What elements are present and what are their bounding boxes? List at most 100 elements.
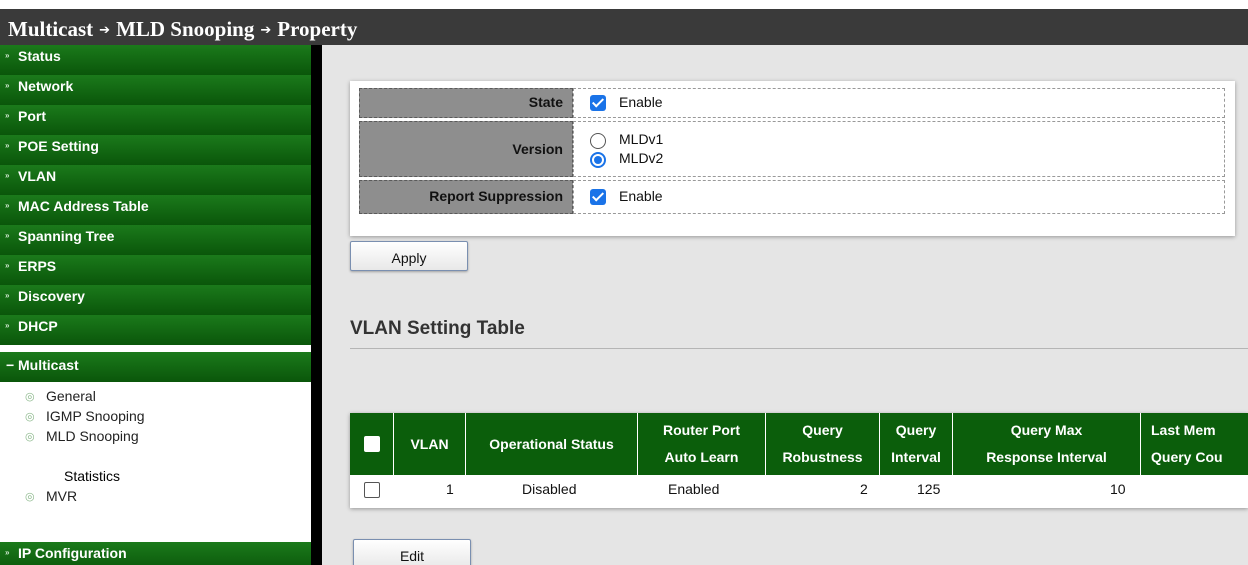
header-query-max-response-interval[interactable]: Query Max Response Interval <box>953 413 1141 475</box>
breadcrumb-arrow-icon: ➔ <box>260 23 272 38</box>
breadcrumb-arrow-icon: ➔ <box>99 23 111 38</box>
header-router-port-auto-learn[interactable]: Router Port Auto Learn <box>638 413 766 475</box>
sidebar-item-dhcp[interactable]: » DHCP <box>0 315 311 345</box>
expand-arrow-icon: » <box>5 141 10 150</box>
sidebar-item-multicast[interactable]: − Multicast <box>0 352 311 382</box>
circle-bullet-icon: ◎ <box>25 491 35 503</box>
expand-arrow-icon: » <box>5 81 10 90</box>
state-enable-label: Enable <box>619 94 663 110</box>
sidebar-item-label: Multicast <box>18 357 79 373</box>
edit-button[interactable]: Edit <box>353 539 471 565</box>
version-mldv2-radio[interactable] <box>590 152 606 168</box>
expand-arrow-icon: » <box>5 548 10 557</box>
sidebar-subitem-label: General <box>46 388 96 404</box>
sidebar-item-mac-address-table[interactable]: » MAC Address Table <box>0 195 311 225</box>
vlan-setting-table-title: VLAN Setting Table <box>350 318 525 339</box>
header-operational-status[interactable]: Operational Status <box>466 413 638 475</box>
expand-arrow-icon: » <box>5 171 10 180</box>
sidebar-subsubitem-label: Statistics <box>64 468 121 484</box>
sidebar-subitem-igmp-snooping[interactable]: ◎ IGMP Snooping <box>0 408 311 428</box>
sidebar-subsubitem-statistics[interactable]: Statistics <box>0 468 311 488</box>
header-last-member-query-count[interactable]: Last Mem Query Cou <box>1141 413 1248 475</box>
circle-bullet-icon: ◎ <box>25 411 35 423</box>
sidebar-subitem-label: IGMP Snooping <box>46 408 145 424</box>
header-line: Auto Learn <box>664 449 739 465</box>
sidebar-item-label: VLAN <box>18 168 57 184</box>
sidebar-item-label: MAC Address Table <box>18 198 149 214</box>
cell-vlan: 1 <box>446 481 454 497</box>
sidebar-item-status[interactable]: » Status <box>0 45 311 75</box>
cell-query-max-response-interval: 10 <box>1110 481 1126 497</box>
header-line: Last Mem <box>1151 422 1216 438</box>
version-mldv2-label: MLDv2 <box>619 150 664 166</box>
property-form: State Enable Version MLDv1 MLDv2 Report … <box>350 81 1235 236</box>
expand-arrow-icon: » <box>5 51 10 60</box>
sidebar-item-erps[interactable]: » ERPS <box>0 255 311 285</box>
breadcrumb-property: Property <box>277 17 358 41</box>
version-value: MLDv1 MLDv2 <box>573 121 1225 177</box>
report-suppression-enable-checkbox[interactable] <box>590 189 606 205</box>
sidebar-item-label: IP Configuration <box>18 545 127 561</box>
report-suppression-label: Report Suppression <box>359 180 573 214</box>
sidebar-subitem-label: MLD Snooping <box>46 428 139 444</box>
sidebar-item-label: DHCP <box>18 318 58 334</box>
sidebar-item-label: Discovery <box>18 288 85 304</box>
breadcrumb-multicast: Multicast <box>8 17 94 41</box>
sidebar-item-discovery[interactable]: » Discovery <box>0 285 311 315</box>
cell-query-robustness: 2 <box>860 481 868 497</box>
sidebar-subitem-mvr[interactable]: ◎ MVR <box>0 488 311 508</box>
header-vlan[interactable]: VLAN <box>394 413 466 475</box>
header-line: Query Cou <box>1151 449 1223 465</box>
sidebar-item-label: Spanning Tree <box>18 228 115 244</box>
state-value: Enable <box>573 88 1225 118</box>
expand-arrow-icon: » <box>5 321 10 330</box>
sidebar-item-port[interactable]: » Port <box>0 105 311 135</box>
top-strip <box>0 0 1248 9</box>
version-mldv1-radio[interactable] <box>590 133 606 149</box>
sidebar-item-network[interactable]: » Network <box>0 75 311 105</box>
header-line: Response Interval <box>986 449 1107 465</box>
expand-arrow-icon: » <box>5 261 10 270</box>
sidebar-item-spanning-tree[interactable]: » Spanning Tree <box>0 225 311 255</box>
version-row: Version MLDv1 MLDv2 <box>359 121 1225 177</box>
sidebar-subsubitem-property[interactable]: Property <box>0 448 311 468</box>
header-line: Robustness <box>782 449 863 465</box>
state-label: State <box>359 88 573 118</box>
sidebar-subsubitem-label: Property <box>64 448 122 464</box>
sidebar-item-label: Network <box>18 78 74 94</box>
apply-button[interactable]: Apply <box>350 241 468 271</box>
select-all-checkbox[interactable] <box>364 436 380 452</box>
header-line: Query <box>802 422 843 438</box>
sidebar-item-label: Status <box>18 48 61 64</box>
section-divider <box>350 348 1248 349</box>
sidebar: » Status » Network » Port » POE Setting » VLA… <box>0 45 311 565</box>
breadcrumb-mld-snooping: MLD Snooping <box>116 17 255 41</box>
sidebar-subitem-general[interactable]: ◎ General <box>0 388 311 408</box>
header-line: Router Port <box>663 422 740 438</box>
sidebar-item-vlan[interactable]: » VLAN <box>0 165 311 195</box>
row-select-checkbox[interactable] <box>364 482 380 498</box>
header-line: Query Max <box>1010 422 1083 438</box>
expand-arrow-icon: » <box>5 111 10 120</box>
circle-bullet-icon: ◎ <box>25 431 35 443</box>
header-query-interval[interactable]: Query Interval <box>880 413 953 475</box>
state-row: State Enable <box>359 88 1225 118</box>
sidebar-item-poe-setting[interactable]: » POE Setting <box>0 135 311 165</box>
sidebar-item-label: POE Setting <box>18 138 99 154</box>
vlan-setting-table: VLAN Operational Status Router Port Auto… <box>350 413 1248 508</box>
sidebar-item-ip-configuration[interactable]: » IP Configuration <box>0 542 311 565</box>
cell-query-interval: 125 <box>917 481 941 497</box>
sidebar-item-label: Port <box>18 108 46 124</box>
header-query-robustness[interactable]: Query Robustness <box>766 413 880 475</box>
sidebar-subitem-label: MVR <box>46 488 78 504</box>
expand-arrow-icon: » <box>5 231 10 240</box>
report-suppression-enable-label: Enable <box>619 188 663 204</box>
sidebar-divider <box>311 45 322 565</box>
circle-bullet-icon: ◎ <box>25 391 35 403</box>
sidebar-subitem-mld-snooping[interactable]: ◎ MLD Snooping <box>0 428 311 448</box>
header-line: Query <box>895 422 937 438</box>
header-line: Interval <box>891 449 941 465</box>
collapse-minus-icon: − <box>6 357 15 373</box>
state-enable-checkbox[interactable] <box>590 95 606 111</box>
cell-router-port-auto-learn: Enabled <box>668 481 720 497</box>
